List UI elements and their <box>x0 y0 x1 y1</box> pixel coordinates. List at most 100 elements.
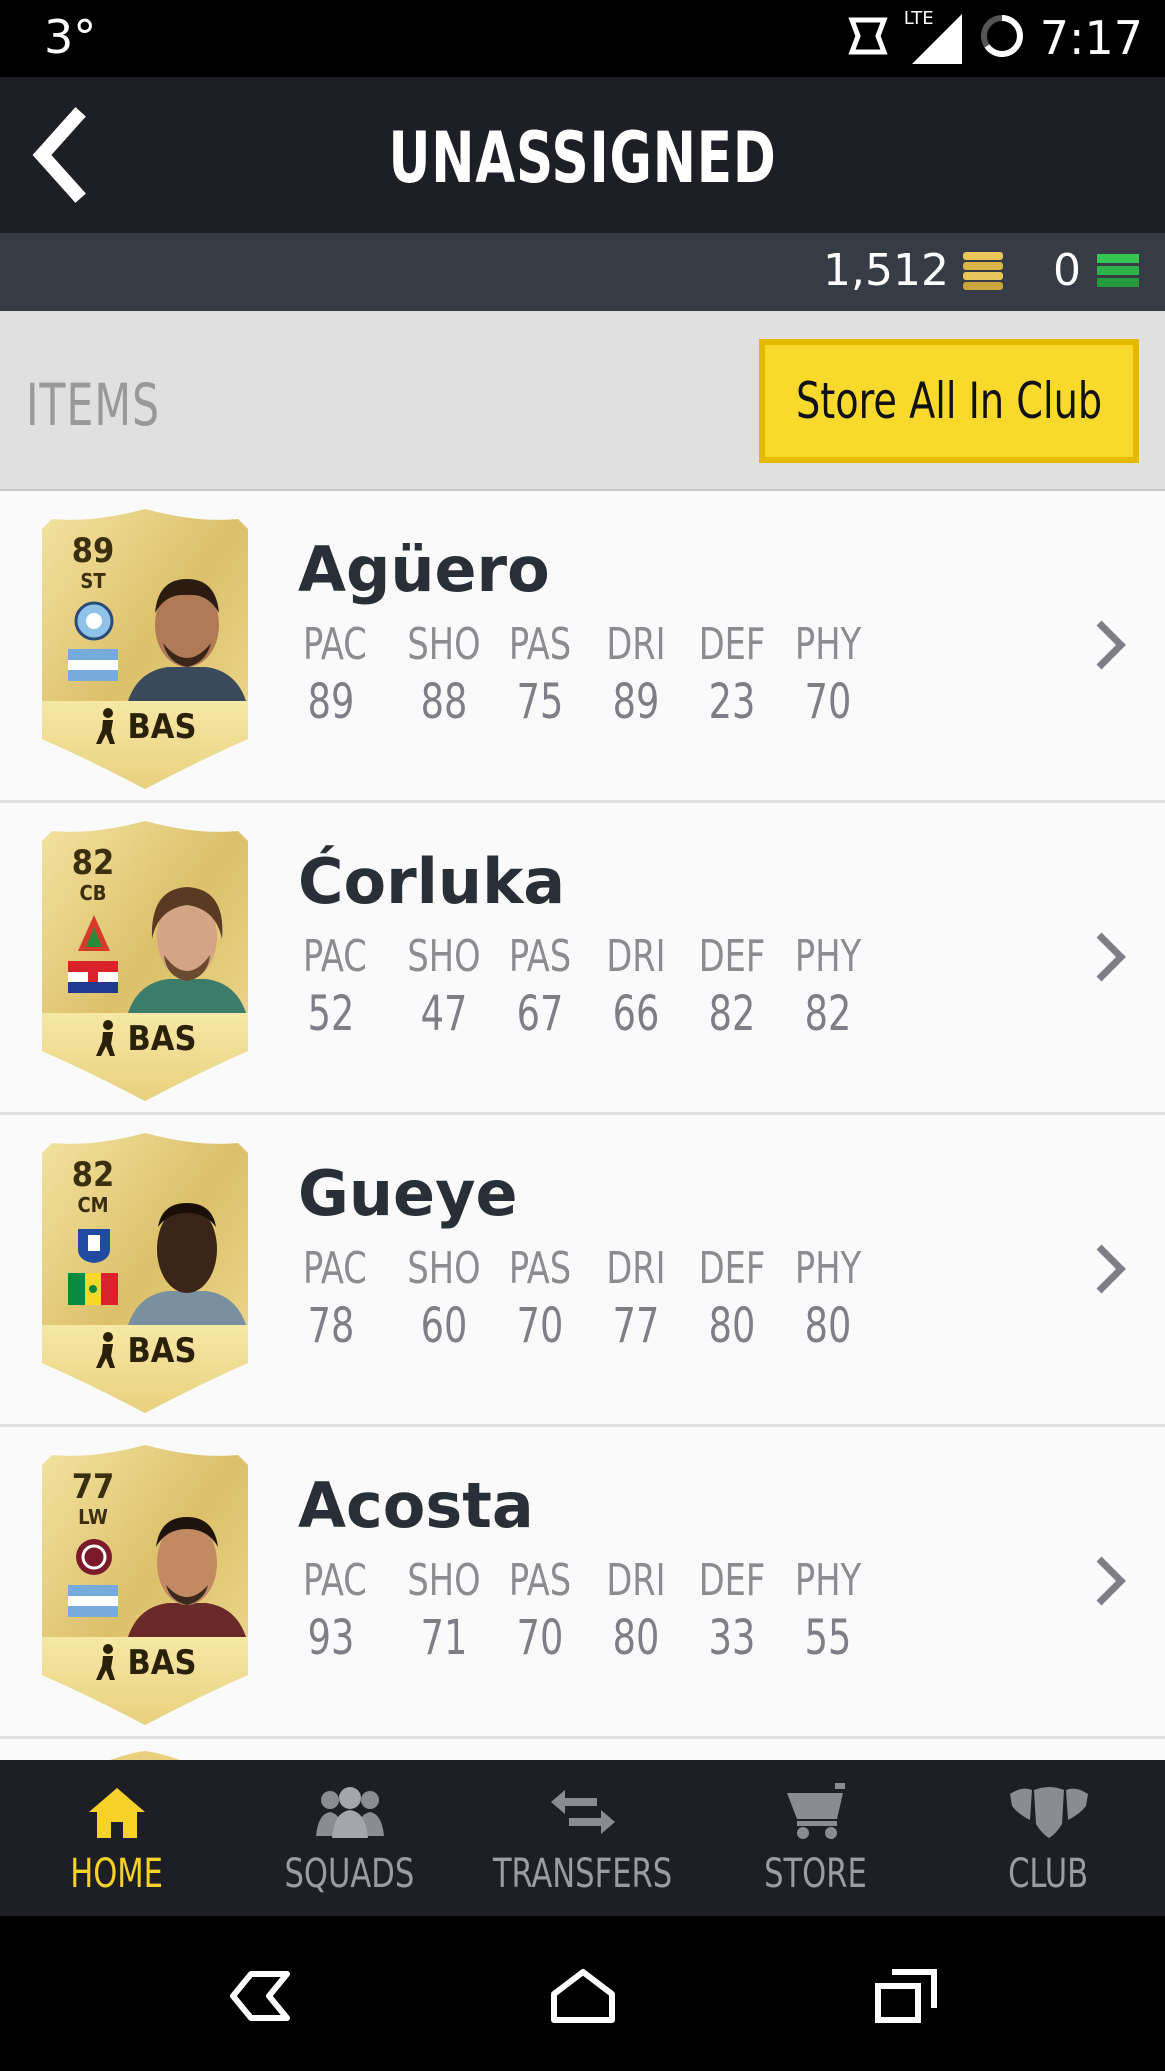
stat-dri: DRI 77 <box>606 1243 666 1354</box>
lte-signal-icon: LTE <box>904 8 964 66</box>
nav-club-label: CLUB <box>1008 1851 1089 1897</box>
home-icon <box>72 1779 162 1845</box>
player-card: 82 CM BAS <box>32 1133 258 1413</box>
coins-balance: 1,512 <box>823 245 1005 296</box>
nav-squads[interactable]: SQUADS <box>233 1760 466 1916</box>
android-back-icon <box>230 1971 290 2021</box>
back-button[interactable] <box>18 107 98 203</box>
stat-sho: SHO 60 <box>407 1243 481 1354</box>
coins-value: 1,512 <box>823 245 949 296</box>
player-silhouette-icon <box>96 1332 116 1368</box>
player-list[interactable]: 89 ST BAS Agüero PAC 89 SHO 88 PAS 75 DRI 89… <box>0 491 1165 1760</box>
stat-dri: DRI 80 <box>606 1555 666 1666</box>
player-card: 77 LW BAS <box>32 1445 258 1725</box>
stat-pas: PAS 75 <box>508 619 572 730</box>
stat-pac: PAC 78 <box>302 1243 367 1354</box>
player-portrait-icon <box>128 1203 246 1325</box>
card-rating: 82 <box>71 1155 115 1195</box>
points-value: 0 <box>1053 245 1081 296</box>
player-stats: PAC 78 SHO 60 PAS 70 DRI 77 DEF 80 PHY 80 <box>298 1243 876 1354</box>
card-tag-label: BAS <box>127 1643 197 1683</box>
items-label: ITEMS <box>26 371 160 439</box>
currency-bar: 1,512 0 <box>0 233 1165 311</box>
store-all-in-club-button[interactable]: Store All In Club <box>759 339 1139 463</box>
points-balance: 0 <box>1053 245 1141 296</box>
nation-flag-icon <box>68 961 118 993</box>
stat-phy: PHY 80 <box>794 1243 862 1354</box>
next-card-peek <box>110 1751 180 1760</box>
card-tag: BAS <box>32 1019 258 1059</box>
nav-transfers-label: TRANSFERS <box>492 1851 673 1897</box>
card-tag-label: BAS <box>127 1019 197 1059</box>
page-title: UNASSIGNED <box>388 117 777 199</box>
transfers-icon <box>538 1779 628 1845</box>
chevron-right-icon[interactable] <box>1091 1551 1131 1611</box>
card-position: CB <box>79 881 107 905</box>
card-position: CM <box>77 1193 109 1217</box>
chevron-right-icon[interactable] <box>1091 615 1131 675</box>
player-silhouette-icon <box>96 708 116 744</box>
player-row[interactable]: 77 LW BAS Acosta PAC 93 SHO 71 PAS 70 DRI 80… <box>0 1427 1165 1739</box>
club-icon <box>1004 1779 1094 1845</box>
player-stats: PAC 93 SHO 71 PAS 70 DRI 80 DEF 33 PHY 55 <box>298 1555 876 1666</box>
bottom-nav: HOME SQUADS TRANSFERS STORE CLUB <box>0 1760 1165 1916</box>
points-icon <box>1097 253 1139 287</box>
stat-dri: DRI 66 <box>606 931 666 1042</box>
battery-icon <box>978 12 1026 64</box>
android-recents-button[interactable] <box>856 1956 956 2036</box>
nav-squads-label: SQUADS <box>284 1851 415 1897</box>
stat-pac: PAC 89 <box>302 619 367 730</box>
app-header: UNASSIGNED <box>0 77 1165 233</box>
stat-def: DEF 33 <box>698 1555 766 1666</box>
player-portrait-icon <box>128 579 246 701</box>
nav-transfers[interactable]: TRANSFERS <box>466 1760 699 1916</box>
back-arrow-icon <box>32 107 86 203</box>
cart-icon <box>771 1779 861 1845</box>
club-badge-icon <box>74 601 114 641</box>
store-all-label: Store All In Club <box>795 372 1103 430</box>
card-tag: BAS <box>32 1331 258 1371</box>
player-row[interactable]: 82 CM BAS Gueye PAC 78 SHO 60 PAS 70 DRI 77 … <box>0 1115 1165 1427</box>
nav-home[interactable]: HOME <box>0 1760 233 1916</box>
player-row[interactable]: 89 ST BAS Agüero PAC 89 SHO 88 PAS 75 DRI 89… <box>0 491 1165 803</box>
player-silhouette-icon <box>96 1644 116 1680</box>
chevron-right-icon[interactable] <box>1091 1239 1131 1299</box>
nav-club[interactable]: CLUB <box>932 1760 1165 1916</box>
card-tag-label: BAS <box>127 707 197 747</box>
stat-phy: PHY 70 <box>794 619 862 730</box>
stat-pas: PAS 67 <box>508 931 572 1042</box>
android-back-button[interactable] <box>210 1956 310 2036</box>
card-rating: 89 <box>71 531 115 571</box>
android-home-button[interactable] <box>533 1956 633 2036</box>
squads-icon <box>305 1779 395 1845</box>
player-stats: PAC 52 SHO 47 PAS 67 DRI 66 DEF 82 PHY 82 <box>298 931 876 1042</box>
card-tag: BAS <box>32 707 258 747</box>
player-portrait-icon <box>128 887 246 1013</box>
chevron-right-icon[interactable] <box>1091 927 1131 987</box>
android-nav-bar <box>0 1916 1165 2071</box>
stat-phy: PHY 82 <box>794 931 862 1042</box>
nation-flag-icon <box>68 649 118 681</box>
stat-pac: PAC 52 <box>302 931 367 1042</box>
card-position: ST <box>80 569 106 593</box>
status-bar: 3° LTE 7:17 <box>0 0 1165 77</box>
card-rating: 82 <box>71 843 115 883</box>
stat-def: DEF 80 <box>698 1243 766 1354</box>
card-rating: 77 <box>71 1467 115 1507</box>
coins-icon <box>963 251 1003 290</box>
stat-def: DEF 82 <box>698 931 766 1042</box>
nav-store[interactable]: STORE <box>699 1760 932 1916</box>
player-name: Gueye <box>298 1157 518 1230</box>
club-badge-icon <box>78 1229 110 1263</box>
player-stats: PAC 89 SHO 88 PAS 75 DRI 89 DEF 23 PHY 70 <box>298 619 876 730</box>
player-card: 89 ST BAS <box>32 509 258 789</box>
player-silhouette-icon <box>96 1020 116 1056</box>
player-card: 82 CB BAS <box>32 821 258 1101</box>
stat-sho: SHO 71 <box>407 1555 481 1666</box>
stat-pas: PAS 70 <box>508 1555 572 1666</box>
card-tag: BAS <box>32 1643 258 1683</box>
nav-store-label: STORE <box>764 1851 867 1897</box>
stat-sho: SHO 88 <box>407 619 481 730</box>
player-name: Acosta <box>298 1469 534 1542</box>
player-row[interactable]: 82 CB BAS Ćorluka PAC 52 SHO 47 PAS 67 DRI 6… <box>0 803 1165 1115</box>
